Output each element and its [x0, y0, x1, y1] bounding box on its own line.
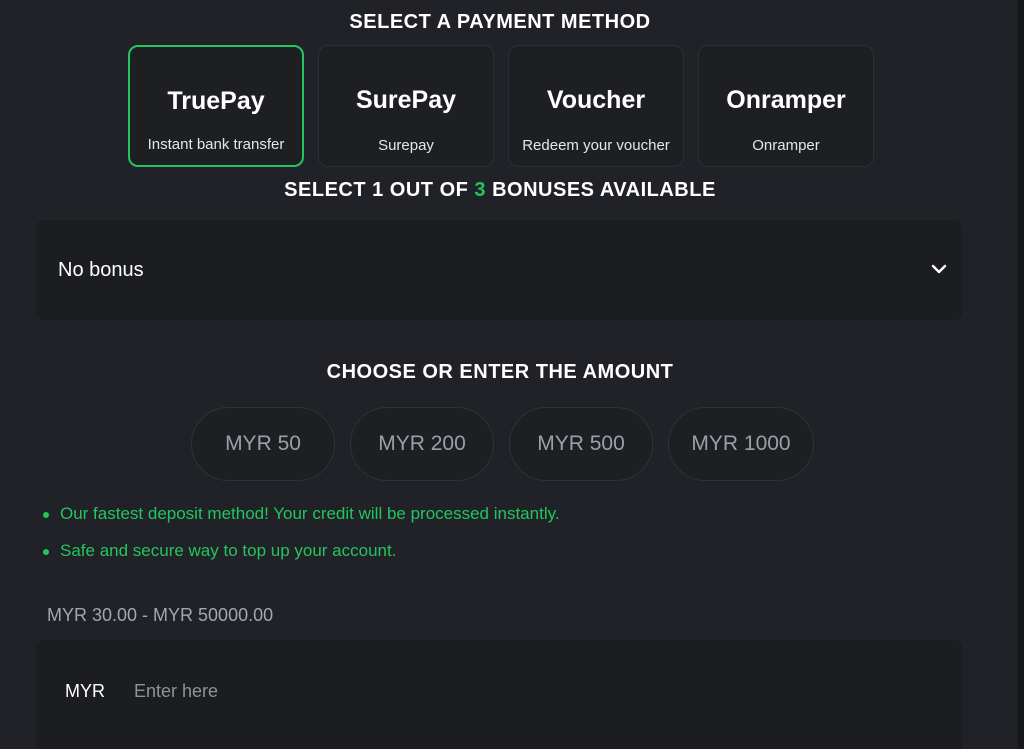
amount-input[interactable] — [132, 676, 736, 706]
feature-list: Our fastest deposit method! Your credit … — [42, 504, 560, 578]
amount-range: MYR 30.00 - MYR 50000.00 — [47, 605, 274, 625]
amount-input-box: MYR — [36, 640, 962, 749]
amount-options: MYR 50 MYR 200 MYR 500 MYR 1000 — [191, 407, 814, 481]
amount-option-200[interactable]: MYR 200 — [350, 407, 494, 481]
amount-option-50[interactable]: MYR 50 — [191, 407, 335, 481]
bonus-selected-value: No bonus — [58, 259, 144, 281]
chevron-down-icon[interactable] — [930, 260, 948, 278]
payment-method-desc: Instant bank transfer — [147, 136, 285, 153]
payment-method-desc: Redeem your voucher — [522, 137, 670, 154]
payment-method-onramper[interactable]: Onramper Onramper — [698, 45, 874, 167]
feature-text: Our fastest deposit method! Your credit … — [60, 504, 560, 523]
payment-method-name: TruePay — [167, 87, 265, 115]
bullet-icon — [43, 512, 49, 518]
payment-method-voucher[interactable]: Voucher Redeem your voucher — [508, 45, 684, 167]
payment-method-name: SurePay — [355, 86, 457, 114]
bullet-icon — [43, 549, 49, 555]
feature-text: Safe and secure way to top up your accou… — [60, 541, 397, 560]
bonus-title-prefix: SELECT 1 OUT OF — [284, 179, 475, 201]
payment-method-surepay[interactable]: SurePay Surepay — [318, 45, 494, 167]
amount-title: CHOOSE OR ENTER THE AMOUNT — [326, 361, 674, 383]
bonus-title: SELECT 1 OUT OF 3 BONUSES AVAILABLE — [0, 179, 1000, 202]
currency-label: MYR — [65, 681, 105, 701]
payment-method-desc: Onramper — [752, 137, 820, 154]
payment-method-name: Onramper — [726, 86, 846, 114]
payment-method-truepay[interactable]: TruePay Instant bank transfer — [128, 45, 304, 167]
feature-item: Safe and secure way to top up your accou… — [42, 541, 560, 578]
amount-option-500[interactable]: MYR 500 — [509, 407, 653, 481]
payment-methods: TruePay Instant bank transfer SurePay Su… — [128, 45, 874, 167]
payment-method-title: SELECT A PAYMENT METHOD — [349, 11, 651, 33]
bonus-title-suffix: BONUSES AVAILABLE — [486, 179, 716, 201]
payment-method-name: Voucher — [546, 86, 646, 114]
deposit-page: SELECT A PAYMENT METHOD TruePay Instant … — [0, 0, 1024, 749]
payment-method-desc: Surepay — [378, 137, 434, 154]
amount-option-1000[interactable]: MYR 1000 — [668, 407, 814, 481]
bonus-count: 3 — [474, 179, 487, 201]
bonus-dropdown[interactable]: No bonus — [36, 220, 962, 320]
feature-item: Our fastest deposit method! Your credit … — [42, 504, 560, 541]
